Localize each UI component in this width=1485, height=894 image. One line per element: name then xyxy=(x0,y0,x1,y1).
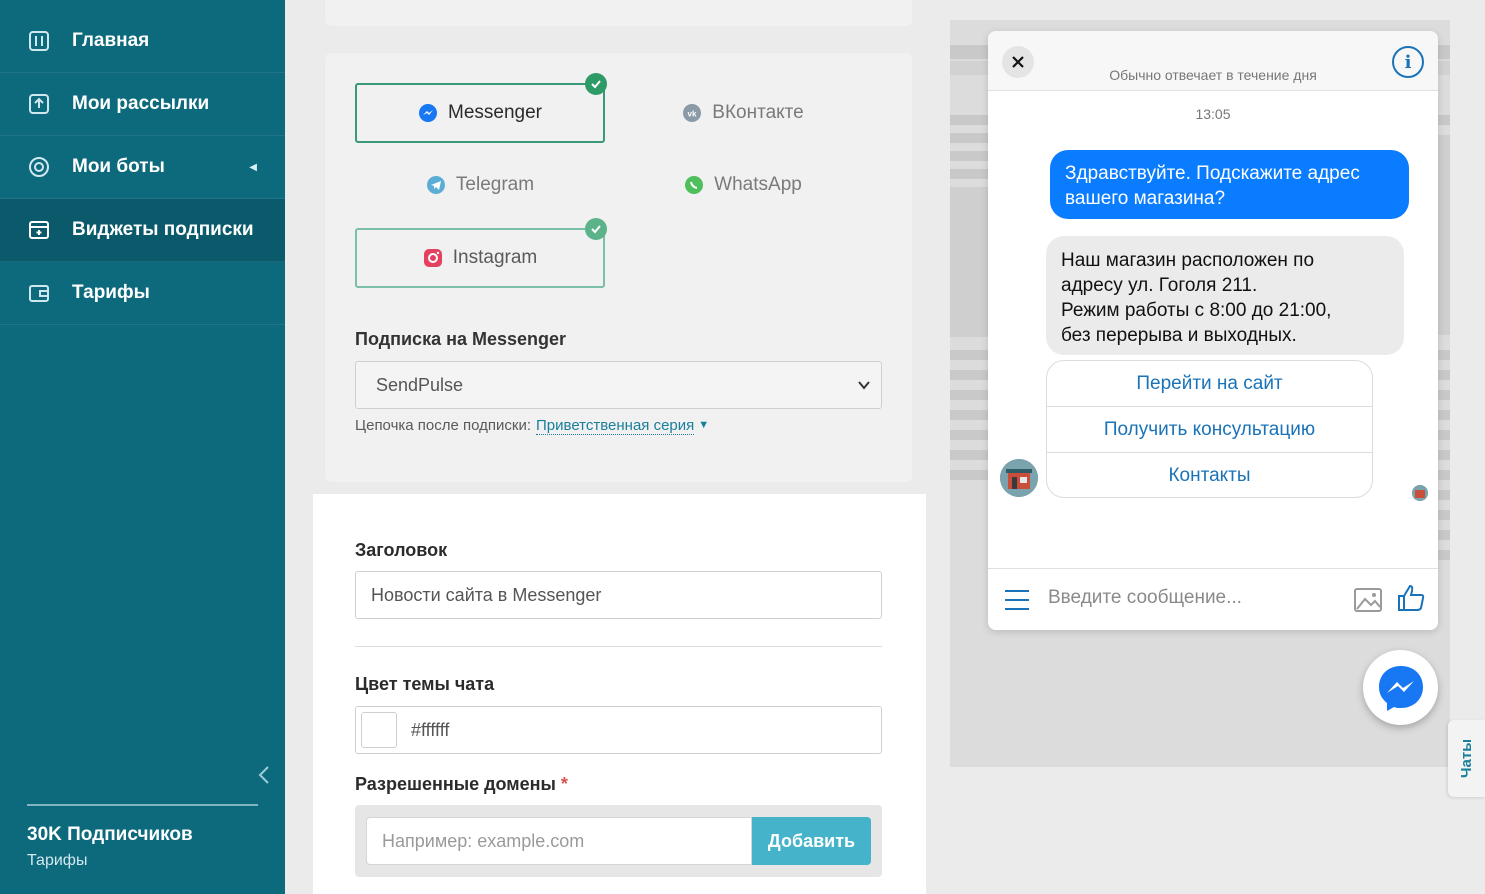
channel-label: WhatsApp xyxy=(714,174,802,195)
domain-placeholder: Например: example.com xyxy=(382,830,585,851)
bots-icon xyxy=(28,156,50,178)
quick-reply-contacts[interactable]: Контакты xyxy=(1047,453,1372,497)
domain-input[interactable]: Например: example.com xyxy=(366,817,752,865)
bot-message-line: Наш магазин расположен по xyxy=(1061,250,1315,271)
sidebar-item-home[interactable]: Главная xyxy=(0,10,285,73)
vk-icon: vk xyxy=(682,103,702,123)
domains-label-text: Разрешенные домены xyxy=(355,774,556,794)
message-input[interactable]: Введите сообщение... xyxy=(1048,587,1242,609)
sidebar: Главная Мои рассылки Мои боты ◀ Виджеты … xyxy=(0,0,285,894)
sidebar-item-label: Мои рассылки xyxy=(72,93,210,114)
check-icon xyxy=(585,218,607,240)
check-icon xyxy=(585,73,607,95)
bot-message-line: Режим работы с 8:00 до 21:00, xyxy=(1061,300,1332,321)
color-label: Цвет темы чата xyxy=(355,674,495,694)
chats-tab[interactable]: Чаты xyxy=(1448,720,1485,797)
whatsapp-icon xyxy=(684,175,704,195)
instagram-icon xyxy=(423,248,443,268)
home-icon xyxy=(28,30,50,52)
mailings-icon xyxy=(28,93,50,115)
quick-replies: Перейти на сайт Получить консультацию Ко… xyxy=(1046,360,1373,498)
quick-reply-website[interactable]: Перейти на сайт xyxy=(1047,361,1372,407)
page-select-value: SendPulse xyxy=(376,374,464,395)
channel-messenger[interactable]: Messenger xyxy=(355,73,607,143)
channel-label: ВКонтакте xyxy=(712,102,804,123)
color-input[interactable]: #ffffff xyxy=(355,706,882,754)
channel-instagram[interactable]: Instagram xyxy=(355,218,607,288)
sidebar-item-bots[interactable]: Мои боты ◀ xyxy=(0,136,285,199)
page-select[interactable]: SendPulse xyxy=(355,361,882,409)
messenger-icon xyxy=(1378,665,1423,711)
title-label: Заголовок xyxy=(355,540,448,560)
message-composer: Введите сообщение... xyxy=(988,568,1438,630)
sidebar-item-tariffs[interactable]: Тарифы xyxy=(0,262,285,325)
messenger-chat-button[interactable] xyxy=(1363,650,1438,725)
tariff-link[interactable]: Тарифы xyxy=(27,852,87,870)
form-divider xyxy=(355,646,882,647)
sidebar-item-label: Тарифы xyxy=(72,282,150,303)
sidebar-item-widgets[interactable]: Виджеты подписки xyxy=(0,199,285,262)
title-input-value: Новости сайта в Messenger xyxy=(371,584,602,605)
subscription-title: Подписка на Messenger xyxy=(355,329,567,349)
color-input-value: #ffffff xyxy=(411,719,450,740)
wallet-icon xyxy=(28,282,50,304)
telegram-icon xyxy=(426,175,446,195)
widgets-icon xyxy=(28,219,50,241)
chevron-down-icon xyxy=(858,381,870,390)
reply-time-text: Обычно отвечает в течение дня xyxy=(1109,67,1317,83)
domains-label: Разрешенные домены * xyxy=(355,774,568,795)
seen-avatar xyxy=(1412,485,1428,501)
chevron-left-icon xyxy=(258,766,269,784)
quick-reply-consultation[interactable]: Получить консультацию xyxy=(1047,407,1372,453)
bot-avatar xyxy=(1000,459,1038,497)
channel-label: Instagram xyxy=(452,247,538,268)
svg-text:vk: vk xyxy=(688,110,697,119)
chain-label: Цепочка после подписки: xyxy=(355,417,532,434)
channel-vkontakte[interactable]: vk ВКонтакте xyxy=(618,83,868,143)
thumbs-up-icon[interactable] xyxy=(1396,583,1426,613)
bot-message-line: адресу ул. Гоголя 211. xyxy=(1061,275,1258,296)
image-icon[interactable] xyxy=(1353,585,1383,615)
sidebar-item-mailings[interactable]: Мои рассылки xyxy=(0,73,285,136)
chat-header: i Обычно отвечает в течение дня xyxy=(988,31,1438,91)
channel-label: Telegram xyxy=(455,174,535,195)
messenger-icon xyxy=(418,103,438,123)
chain-row: Цепочка после подписки: Приветственная с… xyxy=(355,417,709,435)
channel-label: Messenger xyxy=(448,102,542,123)
subscribers-count: 30K Подписчиков xyxy=(27,824,193,845)
sidebar-item-label: Виджеты подписки xyxy=(72,219,254,240)
sidebar-item-label: Главная xyxy=(72,30,150,51)
channel-whatsapp[interactable]: WhatsApp xyxy=(618,155,868,215)
caret-down-icon: ▼ xyxy=(698,419,710,431)
message-timestamp: 13:05 xyxy=(1195,106,1231,122)
menu-icon[interactable] xyxy=(1004,587,1030,613)
previous-card xyxy=(325,0,912,26)
sidebar-divider xyxy=(27,804,258,806)
chain-dropdown[interactable]: Приветственная серия xyxy=(536,417,695,435)
chats-tab-label: Чаты xyxy=(1458,738,1476,779)
required-mark: * xyxy=(560,774,568,794)
channel-telegram[interactable]: Telegram xyxy=(355,155,605,215)
sidebar-item-label: Мои боты xyxy=(72,156,165,177)
caret-left-icon: ◀ xyxy=(249,161,257,173)
chat-preview-window: i Обычно отвечает в течение дня 13:05 Зд… xyxy=(988,31,1438,630)
add-domain-button[interactable]: Добавить xyxy=(752,817,871,865)
title-input[interactable]: Новости сайта в Messenger xyxy=(355,571,882,619)
collapse-sidebar-button[interactable] xyxy=(255,764,273,786)
user-message-bubble: Здравствуйте. Подскажите адрес вашего ма… xyxy=(1050,150,1409,219)
bot-message-line: без перерыва и выходных. xyxy=(1061,325,1297,346)
bot-message-bubble: Наш магазин расположен по адресу ул. Гог… xyxy=(1046,236,1404,355)
color-swatch[interactable] xyxy=(361,712,397,748)
